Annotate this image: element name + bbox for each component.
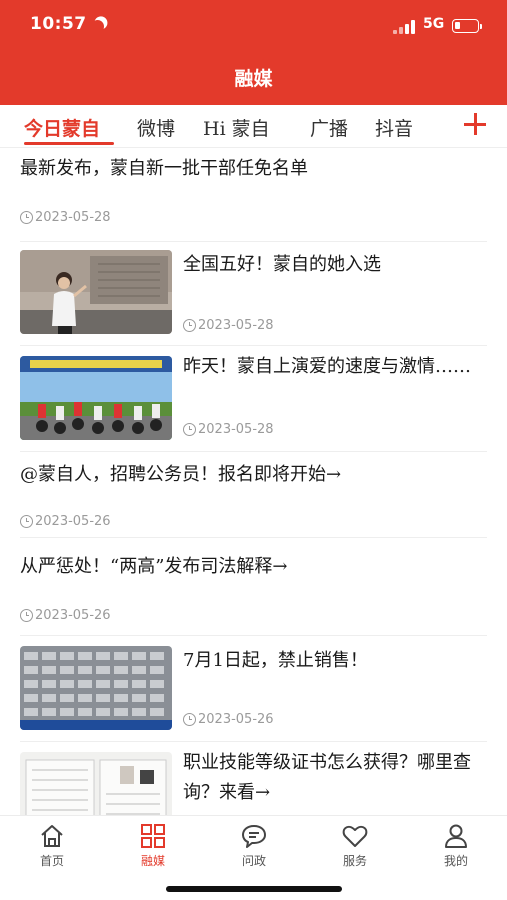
news-title: 职业技能等级证书怎么获得？哪里查询？来看→ [183, 752, 471, 803]
news-title: 7月1日起，禁止销售！ [183, 650, 368, 671]
network-type: 5G [423, 16, 445, 32]
news-thumbnail [20, 250, 172, 334]
news-thumbnail [20, 646, 172, 730]
nav-inquiry[interactable]: 问政 [214, 822, 294, 869]
clock-icon [183, 423, 196, 436]
clock-icon [20, 515, 33, 528]
tab-hi-mengzi[interactable]: Hi 蒙自 [203, 114, 270, 141]
battery-icon [452, 19, 482, 33]
news-item[interactable]: 7月1日起，禁止销售！ 2023-05-26 [20, 636, 487, 742]
nav-label: 服务 [342, 854, 367, 868]
tab-broadcast[interactable]: 广播 [310, 114, 348, 141]
clock-icon [183, 713, 196, 726]
news-date: 2023-05-28 [20, 210, 111, 225]
nav-media[interactable]: 融媒 [113, 822, 193, 869]
channel-tabs: 今日蒙自 微博 Hi 蒙自 广播 抖音 [0, 106, 507, 148]
clock-icon [183, 319, 196, 332]
nav-label: 融媒 [140, 854, 165, 868]
chat-icon [242, 825, 266, 848]
status-bar: 10:57 5G [0, 10, 507, 42]
news-item[interactable]: 从严惩处！“两高”发布司法解释→ 2023-05-26 [20, 538, 487, 636]
nav-profile[interactable]: 我的 [416, 822, 496, 869]
news-item[interactable]: @蒙自人，招聘公务员！报名即将开始→ 2023-05-26 [20, 452, 487, 538]
news-date: 2023-05-28 [183, 422, 274, 437]
news-date: 2023-05-26 [20, 608, 111, 623]
active-tab-indicator [24, 142, 114, 145]
grid-icon [141, 824, 165, 848]
home-icon [41, 825, 63, 847]
news-title: 全国五好！蒙自的她入选 [183, 254, 381, 275]
status-time: 10:57 [30, 14, 87, 34]
nav-label: 问政 [241, 854, 266, 868]
news-item[interactable]: 全国五好！蒙自的她入选 2023-05-28 [20, 242, 487, 346]
news-item[interactable]: 职业技能等级证书怎么获得？哪里查询？来看→ [20, 742, 487, 816]
clock-icon [20, 211, 33, 224]
do-not-disturb-moon-icon [90, 19, 105, 34]
nav-service[interactable]: 服务 [315, 822, 395, 869]
page-title: 融媒 [234, 68, 273, 90]
cellular-signal-icon [393, 20, 415, 34]
app-header: 10:57 5G 融媒 [0, 0, 507, 105]
news-date: 2023-05-28 [183, 318, 274, 333]
heart-icon [342, 825, 368, 847]
news-date: 2023-05-26 [20, 514, 111, 529]
tab-today-mengzi[interactable]: 今日蒙自 [24, 114, 100, 141]
clock-icon [20, 609, 33, 622]
nav-home[interactable]: 首页 [12, 822, 92, 869]
news-thumbnail [20, 356, 172, 440]
nav-label: 首页 [39, 854, 64, 868]
news-item[interactable]: 最新发布，蒙自新一批干部任免名单 2023-05-28 [20, 148, 487, 242]
news-thumbnail [20, 752, 172, 816]
home-indicator[interactable] [166, 886, 342, 892]
person-icon [445, 824, 467, 848]
news-title: 最新发布，蒙自新一批干部任免名单 [20, 158, 308, 179]
news-date: 2023-05-26 [183, 712, 274, 727]
tab-douyin[interactable]: 抖音 [375, 114, 413, 141]
nav-label: 我的 [443, 854, 468, 868]
add-channel-plus-icon[interactable] [464, 113, 486, 135]
news-title: 昨天！蒙自上演爱的速度与激情…… [183, 356, 471, 377]
news-item[interactable]: 昨天！蒙自上演爱的速度与激情…… 2023-05-28 [20, 346, 487, 452]
tab-weibo[interactable]: 微博 [137, 114, 175, 141]
news-title: 从严惩处！“两高”发布司法解释→ [20, 556, 288, 577]
news-title: @蒙自人，招聘公务员！报名即将开始→ [20, 464, 342, 485]
